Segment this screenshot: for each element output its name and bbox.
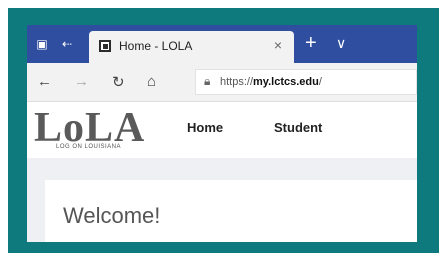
close-tab-icon[interactable]: × xyxy=(274,37,282,53)
nav-home-link[interactable]: Home xyxy=(187,120,223,135)
tab-actions-icon[interactable]: ▣ xyxy=(35,37,49,51)
tab-home-lola[interactable]: Home - LOLA × xyxy=(89,31,294,63)
url-text: https://my.lctcs.edu/ xyxy=(220,76,322,88)
back-arrow-icon[interactable]: ← xyxy=(37,73,52,90)
refresh-icon[interactable]: ↻ xyxy=(112,73,125,91)
browser-window: ▣ ⇠ Home - LOLA × + ∨ ← → ↻ ⌂ 🔒︎ https:/… xyxy=(27,25,417,242)
site-header: LoLA LOG ON LOUISIANA Home Student xyxy=(27,102,417,158)
welcome-card: Welcome! xyxy=(45,180,417,242)
welcome-heading: Welcome! xyxy=(63,203,161,228)
page-favicon-icon xyxy=(99,40,111,52)
forward-arrow-icon[interactable]: → xyxy=(74,73,89,90)
tab-list-chevron-icon[interactable]: ∨ xyxy=(336,35,346,52)
tab-title: Home - LOLA xyxy=(119,39,193,53)
tab-strip: ▣ ⇠ Home - LOLA × + ∨ xyxy=(27,25,417,63)
nav-student-link[interactable]: Student xyxy=(274,120,322,135)
address-bar[interactable]: 🔒︎ https://my.lctcs.edu/ xyxy=(195,69,417,95)
address-toolbar: ← → ↻ ⌂ 🔒︎ https://my.lctcs.edu/ xyxy=(27,63,417,102)
new-tab-button[interactable]: + xyxy=(305,32,317,55)
lola-logo[interactable]: LoLA LOG ON LOUISIANA xyxy=(30,105,160,154)
logo-tagline: LOG ON LOUISIANA xyxy=(56,144,122,150)
set-aside-tabs-icon[interactable]: ⇠ xyxy=(60,37,74,51)
page-content: Welcome! xyxy=(27,158,417,242)
home-icon[interactable]: ⌂ xyxy=(147,73,156,90)
lock-icon: 🔒︎ xyxy=(204,74,211,88)
